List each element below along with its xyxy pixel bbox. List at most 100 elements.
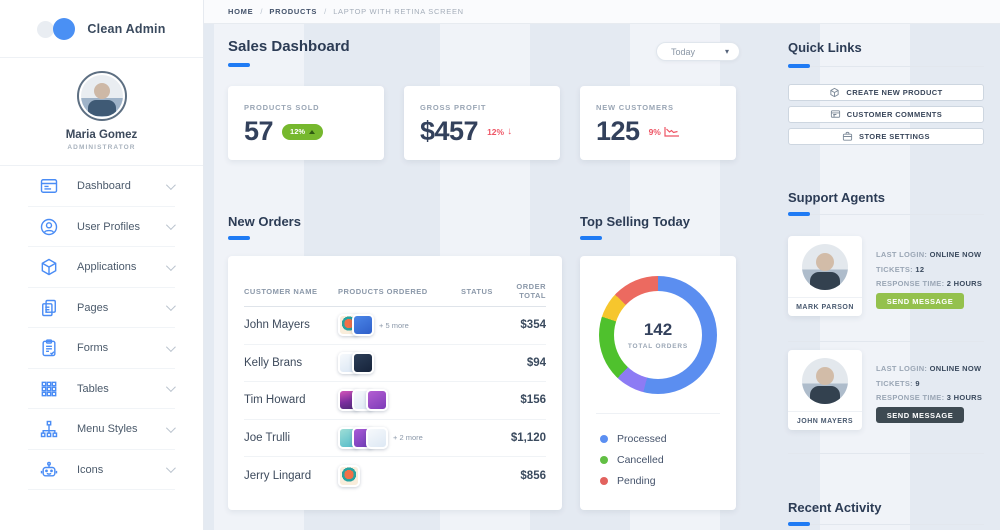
top-selling-card: 142 TOTAL ORDERS Processed Cancelled Pen… xyxy=(580,256,736,510)
agent-card-john-mayers: JOHN MAYERS xyxy=(788,350,862,430)
col-customer-name: CUSTOMER NAME xyxy=(244,287,338,296)
stat-card-new-customers: NEW CUSTOMERS 125 9% xyxy=(580,86,736,160)
chevron-down-icon xyxy=(166,423,176,433)
breadcrumb-separator: / xyxy=(324,7,326,16)
stat-value: 125 xyxy=(596,116,640,147)
breadcrumb-products[interactable]: PRODUCTS xyxy=(269,7,317,16)
logo-toggle-icon[interactable] xyxy=(37,18,75,40)
legend-dot xyxy=(600,477,608,485)
orders-table-header: CUSTOMER NAME PRODUCTS ORDERED STATUS OR… xyxy=(244,282,546,300)
product-thumbnails xyxy=(338,465,456,487)
order-total: $1,120 xyxy=(498,432,546,444)
create-new-product-button[interactable]: CREATE NEW PRODUCT xyxy=(788,84,984,101)
recent-activity-title: Recent Activity xyxy=(788,500,881,515)
customer-name: Tim Howard xyxy=(244,394,338,406)
table-row[interactable]: Jerry Lingard $856 xyxy=(244,457,546,495)
app-title: Clean Admin xyxy=(87,22,165,36)
order-total: $94 xyxy=(498,357,546,369)
chevron-down-icon xyxy=(166,463,176,473)
stat-value: $457 xyxy=(420,116,478,147)
avatar[interactable] xyxy=(77,71,127,121)
divider xyxy=(788,341,984,342)
sidebar-item-forms[interactable]: Forms xyxy=(0,328,203,369)
agent-response-time: RESPONSE TIME: 3 HOURS xyxy=(876,393,982,402)
pages-icon xyxy=(38,297,59,318)
agent-avatar xyxy=(802,244,848,290)
agent-tickets: TICKETS: 12 xyxy=(876,265,924,274)
arrow-up-icon xyxy=(309,130,315,134)
sidebar-item-pages[interactable]: Pages xyxy=(0,288,203,329)
orders-accent xyxy=(228,236,250,240)
orders-donut-chart: 142 TOTAL ORDERS xyxy=(599,276,717,394)
orders-section-title: New Orders xyxy=(228,214,301,229)
robot-icon xyxy=(38,459,59,480)
agent-tickets: TICKETS: 9 xyxy=(876,379,920,388)
table-row[interactable]: Kelly Brans $94 xyxy=(244,345,546,383)
agent-response-time: RESPONSE TIME: 2 HOURS xyxy=(876,279,982,288)
product-thumbnails: + 2 more xyxy=(338,427,456,449)
cube-icon xyxy=(829,87,840,98)
product-thumb xyxy=(338,465,360,487)
top-selling-accent xyxy=(580,236,602,240)
divider xyxy=(788,453,984,454)
product-thumbnails xyxy=(338,389,456,411)
sidebar-item-label: Forms xyxy=(77,342,166,354)
sidebar-item-tables[interactable]: Tables xyxy=(0,369,203,410)
sidebar-menu: Dashboard User Profiles Applications Pag… xyxy=(0,166,203,490)
clipboard-icon xyxy=(38,338,59,359)
breadcrumb-current: LAPTOP WITH RETINA SCREEN xyxy=(333,7,464,16)
user-profile-block: Maria Gomez ADMINISTRATOR xyxy=(0,58,203,166)
product-thumb xyxy=(366,389,388,411)
breadcrumb-home[interactable]: HOME xyxy=(228,7,253,16)
agent-last-login: LAST LOGIN: ONLINE NOW xyxy=(876,250,981,259)
sidebar-item-menu-styles[interactable]: Menu Styles xyxy=(0,409,203,450)
sitemap-icon xyxy=(38,419,59,440)
stat-card-gross-profit: GROSS PROFIT $457 12%↓ xyxy=(404,86,560,160)
table-row[interactable]: Tim Howard $156 xyxy=(244,382,546,420)
product-thumb xyxy=(352,314,374,336)
product-thumb xyxy=(352,352,374,374)
date-filter-label: Today xyxy=(671,47,695,57)
comments-icon xyxy=(830,109,841,120)
table-row[interactable]: Joe Trulli + 2 more $1,120 xyxy=(244,420,546,458)
store-settings-button[interactable]: STORE SETTINGS xyxy=(788,128,984,145)
table-row[interactable]: John Mayers + 5 more $354 xyxy=(244,307,546,345)
legend-dot xyxy=(600,456,608,464)
legend-item-pending: Pending xyxy=(600,470,726,491)
title-accent xyxy=(228,63,250,67)
trend-down-delta: 9% xyxy=(649,126,680,137)
chart-legend: Processed Cancelled Pending xyxy=(600,428,726,491)
sidebar-item-icons[interactable]: Icons xyxy=(0,450,203,491)
sparkline-down-icon xyxy=(664,126,680,137)
chevron-down-icon xyxy=(166,342,176,352)
sidebar: Clean Admin Maria Gomez ADMINISTRATOR Da… xyxy=(0,0,204,530)
user-role: ADMINISTRATOR xyxy=(0,144,203,151)
col-products-ordered: PRODUCTS ORDERED xyxy=(338,287,456,296)
sidebar-item-user-profiles[interactable]: User Profiles xyxy=(0,207,203,248)
customer-comments-button[interactable]: CUSTOMER COMMENTS xyxy=(788,106,984,123)
orders-table: CUSTOMER NAME PRODUCTS ORDERED STATUS OR… xyxy=(228,256,562,495)
customer-name: John Mayers xyxy=(244,319,338,331)
sidebar-item-label: Dashboard xyxy=(77,180,166,192)
send-message-button[interactable]: SEND MESSAGE xyxy=(876,407,964,423)
more-products-label: + 5 more xyxy=(379,321,409,330)
trend-down-delta: 12%↓ xyxy=(487,126,512,137)
agent-name: JOHN MAYERS xyxy=(788,411,862,430)
date-filter-dropdown[interactable]: Today ▾ xyxy=(656,42,740,61)
sidebar-item-applications[interactable]: Applications xyxy=(0,247,203,288)
sidebar-item-dashboard[interactable]: Dashboard xyxy=(0,166,203,207)
product-thumbnails xyxy=(338,352,456,374)
breadcrumb: HOME / PRODUCTS / LAPTOP WITH RETINA SCR… xyxy=(204,0,1000,24)
agent-card-mark-parson: MARK PARSON xyxy=(788,236,862,316)
sidebar-item-label: Tables xyxy=(77,383,166,395)
order-total: $354 xyxy=(498,319,546,331)
stat-label: NEW CUSTOMERS xyxy=(596,103,674,112)
send-message-button[interactable]: SEND MESSAGE xyxy=(876,293,964,309)
stat-label: GROSS PROFIT xyxy=(420,103,486,112)
customer-name: Jerry Lingard xyxy=(244,470,338,482)
order-total: $156 xyxy=(498,394,546,406)
sidebar-item-label: User Profiles xyxy=(77,221,166,233)
stat-value: 57 xyxy=(244,116,273,147)
sidebar-item-label: Menu Styles xyxy=(77,423,166,435)
arrow-down-icon: ↓ xyxy=(507,126,512,137)
